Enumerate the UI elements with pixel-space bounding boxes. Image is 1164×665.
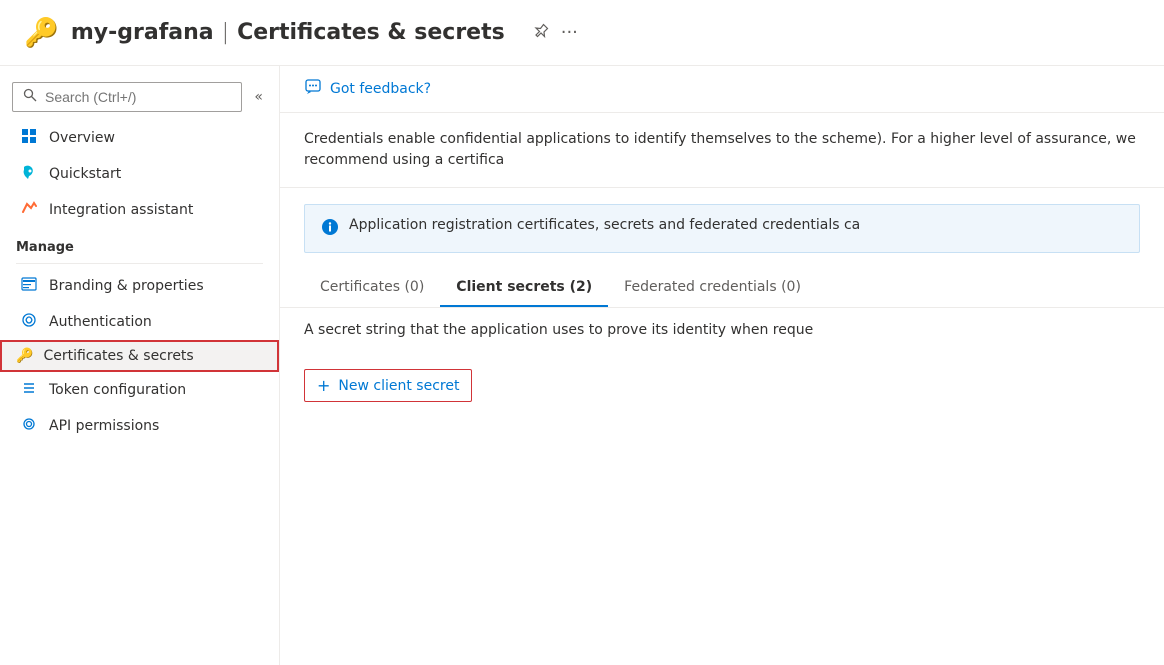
branding-icon	[19, 276, 39, 296]
sidebar-item-certs-secrets[interactable]: 🔑 Certificates & secrets	[0, 340, 279, 372]
sidebar-item-overview[interactable]: Overview	[0, 120, 279, 156]
sidebar-item-branding[interactable]: Branding & properties	[0, 268, 279, 304]
search-box[interactable]	[12, 82, 242, 112]
tabs-container: Certificates (0) Client secrets (2) Fede…	[280, 269, 1164, 308]
manage-section-header: Manage	[0, 228, 279, 259]
quickstart-icon	[19, 164, 39, 184]
authentication-icon	[19, 312, 39, 332]
certs-secrets-icon: 🔑	[16, 348, 33, 364]
branding-label: Branding & properties	[49, 278, 204, 294]
certs-secrets-label: Certificates & secrets	[43, 348, 193, 364]
page-name: Certificates & secrets	[237, 20, 505, 45]
search-icon	[23, 88, 37, 106]
search-container: «	[0, 74, 279, 120]
new-client-secret-button[interactable]: + New client secret	[304, 369, 472, 402]
header-actions: ···	[533, 22, 578, 43]
info-banner: Application registration certificates, s…	[304, 204, 1140, 253]
token-config-label: Token configuration	[49, 382, 186, 398]
info-banner-text: Application registration certificates, s…	[349, 217, 860, 233]
authentication-label: Authentication	[49, 314, 152, 330]
key-icon: 🔑	[24, 16, 59, 49]
page-header: 🔑 my-grafana | Certificates & secrets ··…	[0, 0, 1164, 66]
page-title: my-grafana | Certificates & secrets	[71, 20, 505, 45]
overview-label: Overview	[49, 130, 115, 146]
main-container: « Overview Quickstart	[0, 66, 1164, 665]
tab-client-secrets[interactable]: Client secrets (2)	[440, 269, 608, 307]
content-area: Got feedback? Credentials enable confide…	[280, 66, 1164, 665]
sidebar-item-token-config[interactable]: Token configuration	[0, 372, 279, 408]
plus-icon: +	[317, 376, 330, 395]
section-description: A secret string that the application use…	[280, 308, 1164, 353]
collapse-button[interactable]: «	[250, 85, 267, 109]
app-name: my-grafana	[71, 20, 214, 45]
feedback-icon	[304, 78, 322, 100]
pin-icon[interactable]	[533, 23, 549, 43]
api-permissions-label: API permissions	[49, 418, 159, 434]
action-area: + New client secret	[280, 353, 1164, 418]
description-text: Credentials enable confidential applicat…	[280, 113, 1164, 188]
tab-certificates[interactable]: Certificates (0)	[304, 269, 440, 307]
sidebar-item-integration[interactable]: Integration assistant	[0, 192, 279, 228]
quickstart-label: Quickstart	[49, 166, 121, 182]
more-options-icon[interactable]: ···	[561, 22, 578, 43]
token-config-icon	[19, 380, 39, 400]
nav-divider	[16, 263, 263, 264]
overview-icon	[19, 128, 39, 148]
sidebar-item-quickstart[interactable]: Quickstart	[0, 156, 279, 192]
sidebar: « Overview Quickstart	[0, 66, 280, 665]
sidebar-item-api-permissions[interactable]: API permissions	[0, 408, 279, 444]
integration-icon	[19, 200, 39, 220]
integration-label: Integration assistant	[49, 202, 193, 218]
search-input[interactable]	[45, 89, 231, 105]
api-permissions-icon	[19, 416, 39, 436]
tab-federated-credentials[interactable]: Federated credentials (0)	[608, 269, 817, 307]
feedback-bar[interactable]: Got feedback?	[280, 66, 1164, 113]
title-separator: |	[222, 20, 229, 45]
info-icon	[321, 218, 339, 240]
new-secret-label: New client secret	[338, 378, 459, 394]
sidebar-item-authentication[interactable]: Authentication	[0, 304, 279, 340]
feedback-label: Got feedback?	[330, 81, 431, 97]
